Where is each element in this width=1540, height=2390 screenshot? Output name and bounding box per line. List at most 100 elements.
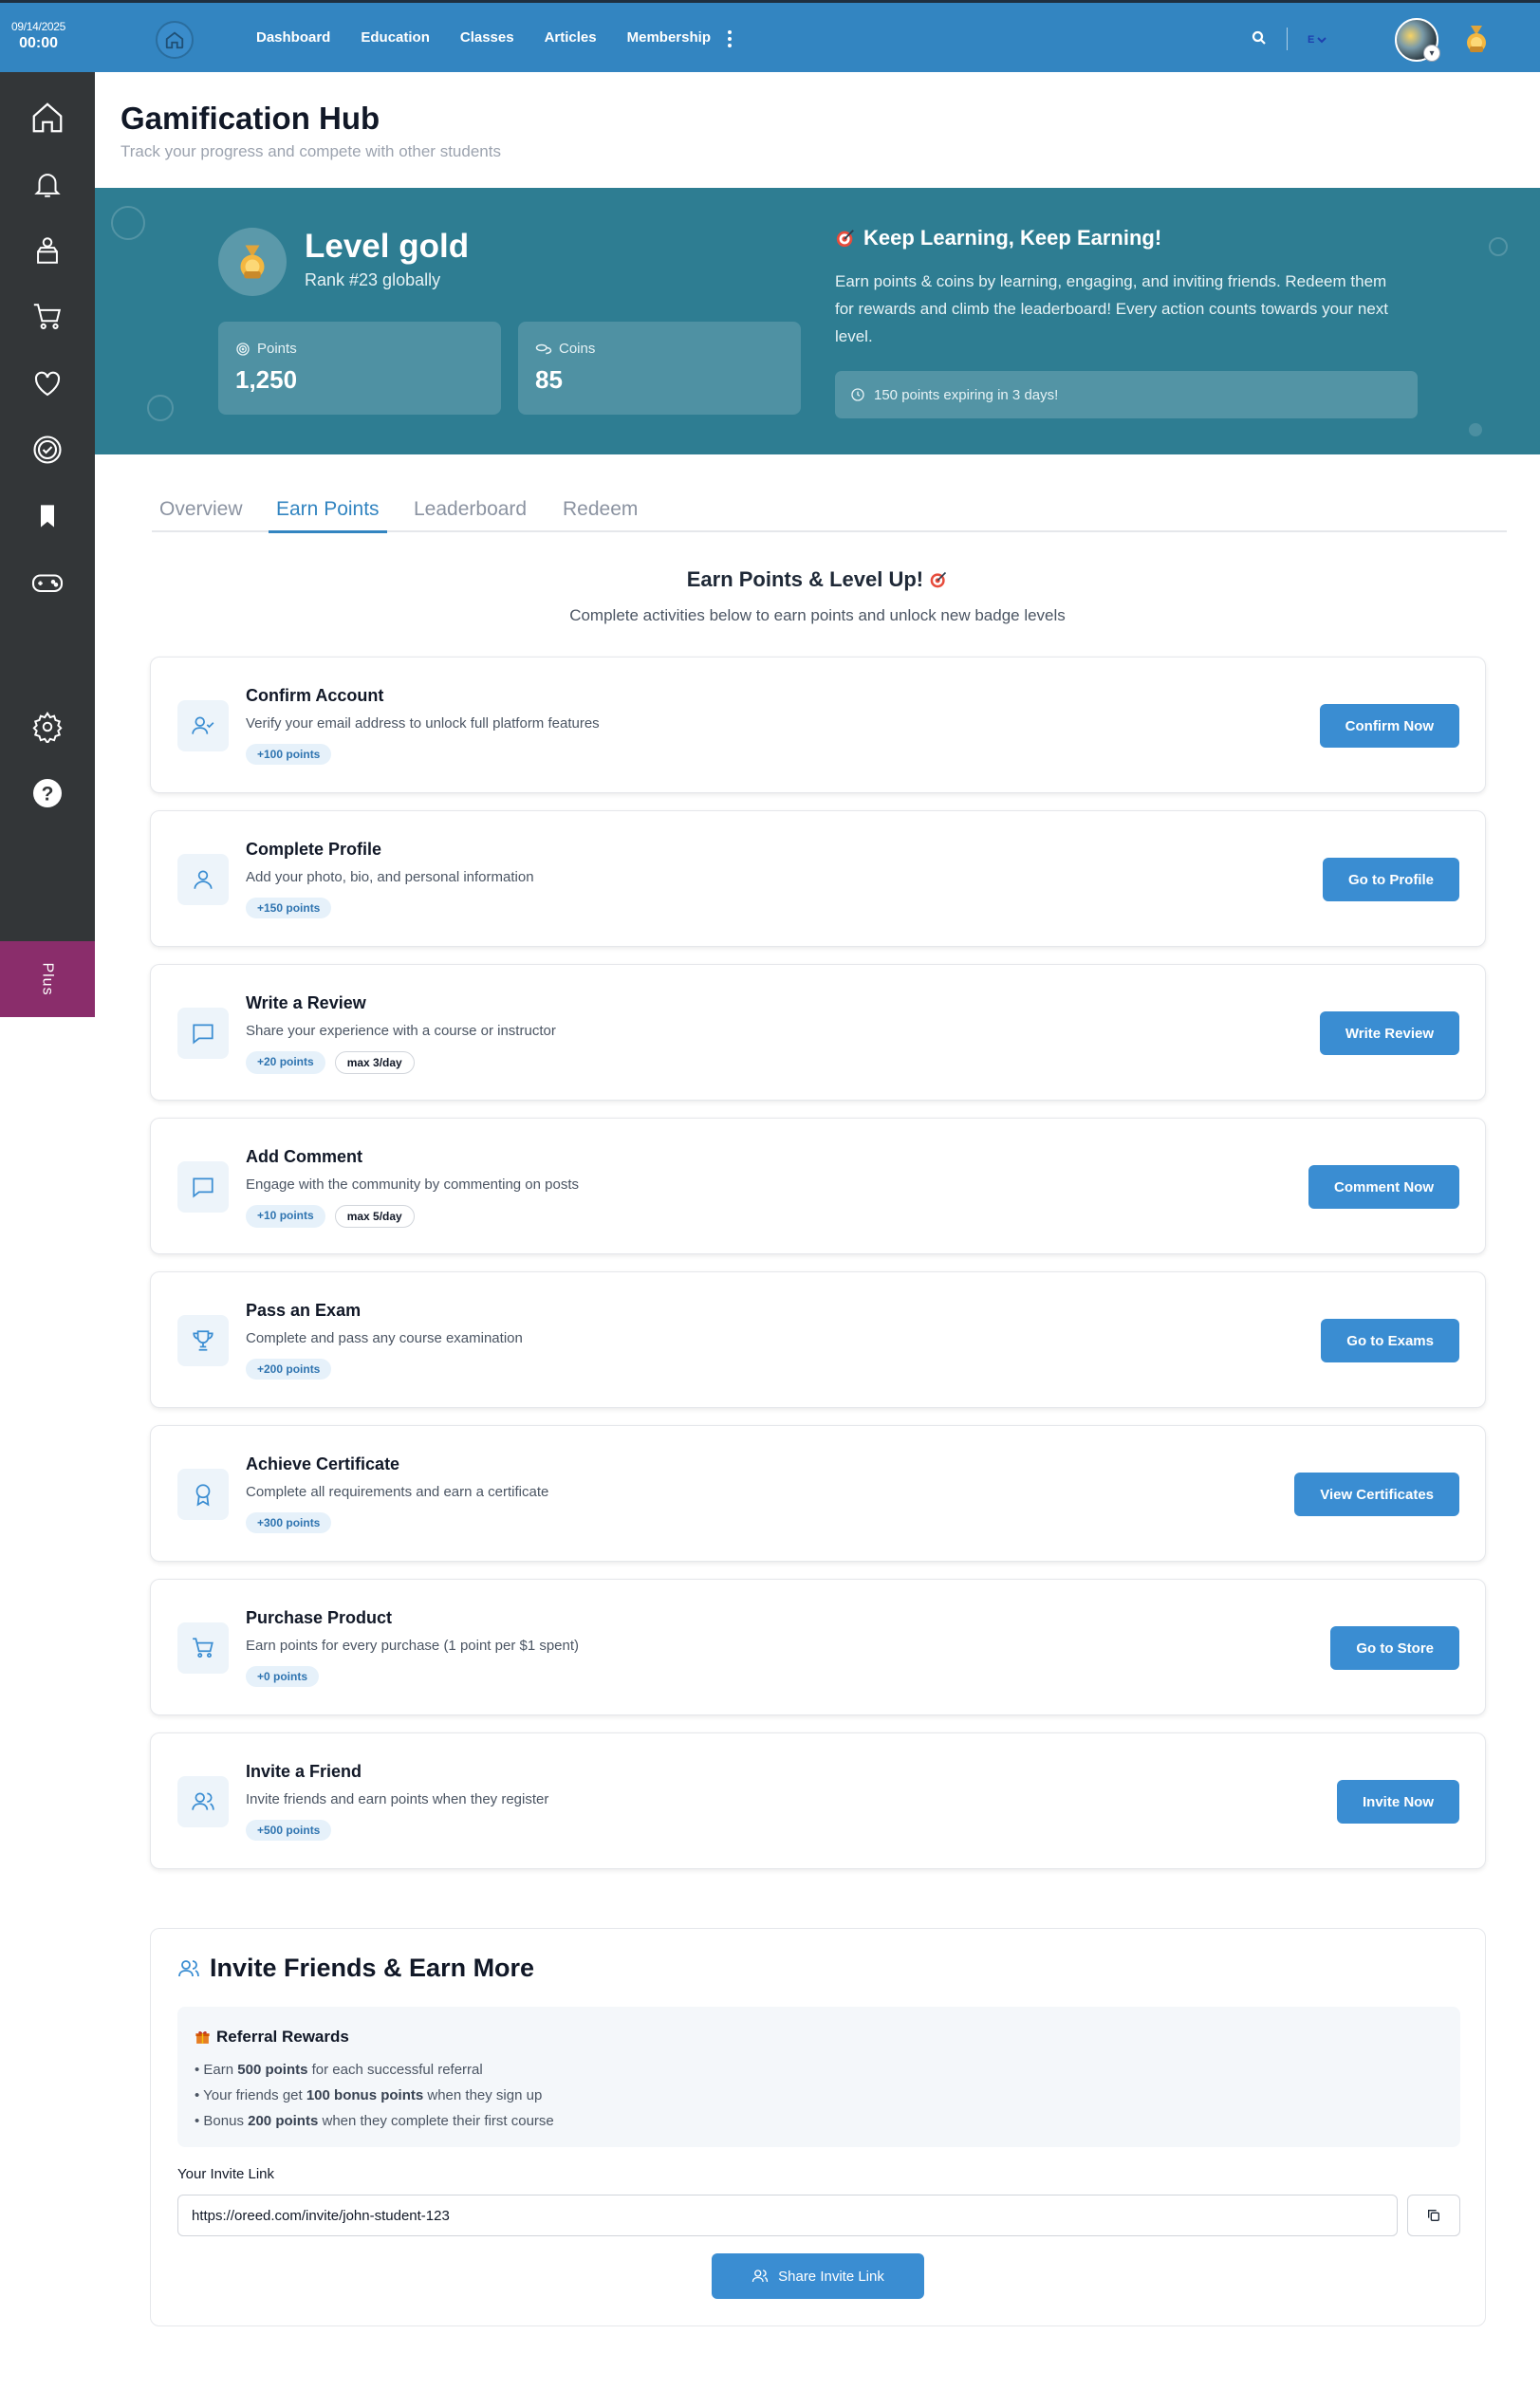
reward-text: for each successful referral (307, 2062, 483, 2078)
points-badge: +20 points (246, 1051, 325, 1074)
activity-title: Write a Review (246, 993, 366, 1012)
medal-icon (218, 228, 287, 296)
coins-card: Coins 85 (518, 322, 801, 415)
bookmark-icon[interactable] (28, 497, 66, 535)
limit-badge: max 5/day (334, 1205, 415, 1228)
gift-icon (195, 2030, 210, 2044)
invite-link-label: Your Invite Link (177, 2166, 275, 2182)
heart-icon[interactable] (28, 364, 66, 402)
tab-earn-points[interactable]: Earn Points (269, 498, 387, 533)
user-check-icon (177, 700, 229, 751)
nav-classes[interactable]: Classes (460, 29, 514, 46)
go-to-exams-button[interactable]: Go to Exams (1321, 1319, 1459, 1362)
medal-icon[interactable] (1461, 24, 1492, 59)
go-to-profile-button[interactable]: Go to Profile (1323, 858, 1459, 901)
badge-check-icon[interactable] (28, 431, 66, 469)
language-value: E (1308, 34, 1315, 46)
invite-title: Invite Friends & Earn More (210, 1954, 535, 1982)
plus-button[interactable]: Plus (0, 941, 95, 1017)
earn-heading: Earn Points & Level Up! (0, 567, 1540, 592)
search-icon[interactable] (1251, 29, 1268, 51)
decor-circle (1489, 237, 1508, 256)
page-header: Gamification Hub Track your progress and… (95, 72, 1540, 188)
main-nav: Dashboard Education Classes Articles Mem… (256, 29, 711, 46)
users-icon (178, 1959, 199, 1976)
points-value: 1,250 (235, 365, 298, 394)
activity-card: Add Comment Engage with the community by… (150, 1118, 1486, 1254)
earn-subtitle: Complete activities below to earn points… (569, 606, 1066, 624)
activity-title: Add Comment (246, 1147, 362, 1166)
copy-icon (1428, 2210, 1439, 2221)
shopping-cart-icon (177, 1622, 229, 1674)
points-badge: +100 points (246, 744, 332, 765)
activity-card: Pass an Exam Complete and pass any cours… (150, 1271, 1486, 1408)
points-badge: +500 points (246, 1820, 332, 1841)
copy-link-button[interactable] (1407, 2195, 1460, 2236)
invite-now-button[interactable]: Invite Now (1336, 1780, 1459, 1824)
help-icon[interactable]: ? (28, 774, 66, 812)
top-navbar: 09/14/2025 00:00 Dashboard Education Cla… (0, 0, 1540, 72)
invite-link-input[interactable] (177, 2195, 1398, 2236)
write-review-button[interactable]: Write Review (1319, 1011, 1459, 1055)
page-title: Gamification Hub (121, 101, 380, 136)
chevron-down-icon (1317, 37, 1327, 44)
go-to-store-button[interactable]: Go to Store (1330, 1626, 1459, 1670)
tab-redeem[interactable]: Redeem (563, 498, 638, 530)
tab-bar: Overview Earn Points Leaderboard Redeem (152, 489, 1507, 533)
home-logo-icon[interactable] (156, 21, 194, 59)
level-banner: Level gold Rank #23 globally Points 1,25… (95, 188, 1540, 454)
home-icon[interactable] (28, 99, 66, 137)
keep-learning-text: Earn points & coins by learning, engagin… (835, 272, 1389, 345)
store-icon[interactable] (28, 232, 66, 269)
activity-title: Invite a Friend (246, 1762, 362, 1781)
rank-text: Rank #23 globally (305, 270, 441, 289)
view-certificates-button[interactable]: View Certificates (1294, 1473, 1459, 1516)
tab-overview[interactable]: Overview (159, 498, 243, 530)
activity-title: Purchase Product (246, 1608, 393, 1627)
nav-membership[interactable]: Membership (627, 29, 711, 46)
coins-label: Coins (559, 341, 596, 357)
referral-heading: Referral Rewards (195, 2028, 349, 2047)
tab-leaderboard[interactable]: Leaderboard (414, 498, 527, 530)
points-badge: +200 points (246, 1359, 332, 1380)
invite-heading: Invite Friends & Earn More (177, 1954, 534, 1983)
activity-title: Pass an Exam (246, 1301, 362, 1320)
points-badge: +300 points (246, 1512, 332, 1533)
target-icon (236, 342, 250, 356)
date-time: 09/14/2025 00:00 (11, 20, 65, 53)
reward-text: • Your friends get (195, 2087, 306, 2103)
nav-dashboard[interactable]: Dashboard (256, 29, 330, 46)
points-badge: +10 points (246, 1205, 325, 1228)
activity-description: Engage with the community by commenting … (246, 1176, 580, 1193)
language-select[interactable]: E (1308, 34, 1327, 46)
expiring-text: 150 points expiring in 3 days! (874, 386, 1059, 403)
share-invite-link-button[interactable]: Share Invite Link (712, 2253, 924, 2299)
confirm-now-button[interactable]: Confirm Now (1319, 704, 1459, 748)
avatar-dropdown-icon[interactable]: ▾ (1423, 45, 1440, 62)
expiring-notice: 150 points expiring in 3 days! (835, 371, 1418, 418)
referral-title: Referral Rewards (216, 2028, 349, 2046)
comment-now-button[interactable]: Comment Now (1308, 1165, 1459, 1209)
decor-dot (1469, 423, 1482, 436)
share-label: Share Invite Link (778, 2268, 884, 2285)
cart-icon[interactable] (28, 298, 66, 336)
activity-description: Earn points for every purchase (1 point … (246, 1638, 580, 1654)
activity-title: Confirm Account (246, 686, 384, 705)
users-icon (751, 2270, 769, 2283)
invite-friends-panel: Invite Friends & Earn More Referral Rewa… (150, 1928, 1486, 2326)
sidebar: ? Plus (0, 72, 95, 1017)
points-badge: +0 points (246, 1666, 320, 1687)
settings-icon[interactable] (28, 708, 66, 746)
nav-education[interactable]: Education (361, 29, 430, 46)
reward-amount: 500 points (237, 2062, 308, 2078)
bell-icon[interactable] (28, 165, 66, 203)
reward-line: • Bonus 200 points when they complete th… (195, 2113, 554, 2129)
reward-text: • Earn (195, 2062, 238, 2078)
reward-text: when they complete their first course (318, 2113, 554, 2129)
users-icon (177, 1776, 229, 1827)
divider (1287, 28, 1288, 50)
more-vertical-icon[interactable] (723, 30, 736, 47)
nav-articles[interactable]: Articles (545, 29, 597, 46)
trophy-icon (177, 1315, 229, 1366)
earn-title: Earn Points & Level Up! (686, 567, 924, 591)
